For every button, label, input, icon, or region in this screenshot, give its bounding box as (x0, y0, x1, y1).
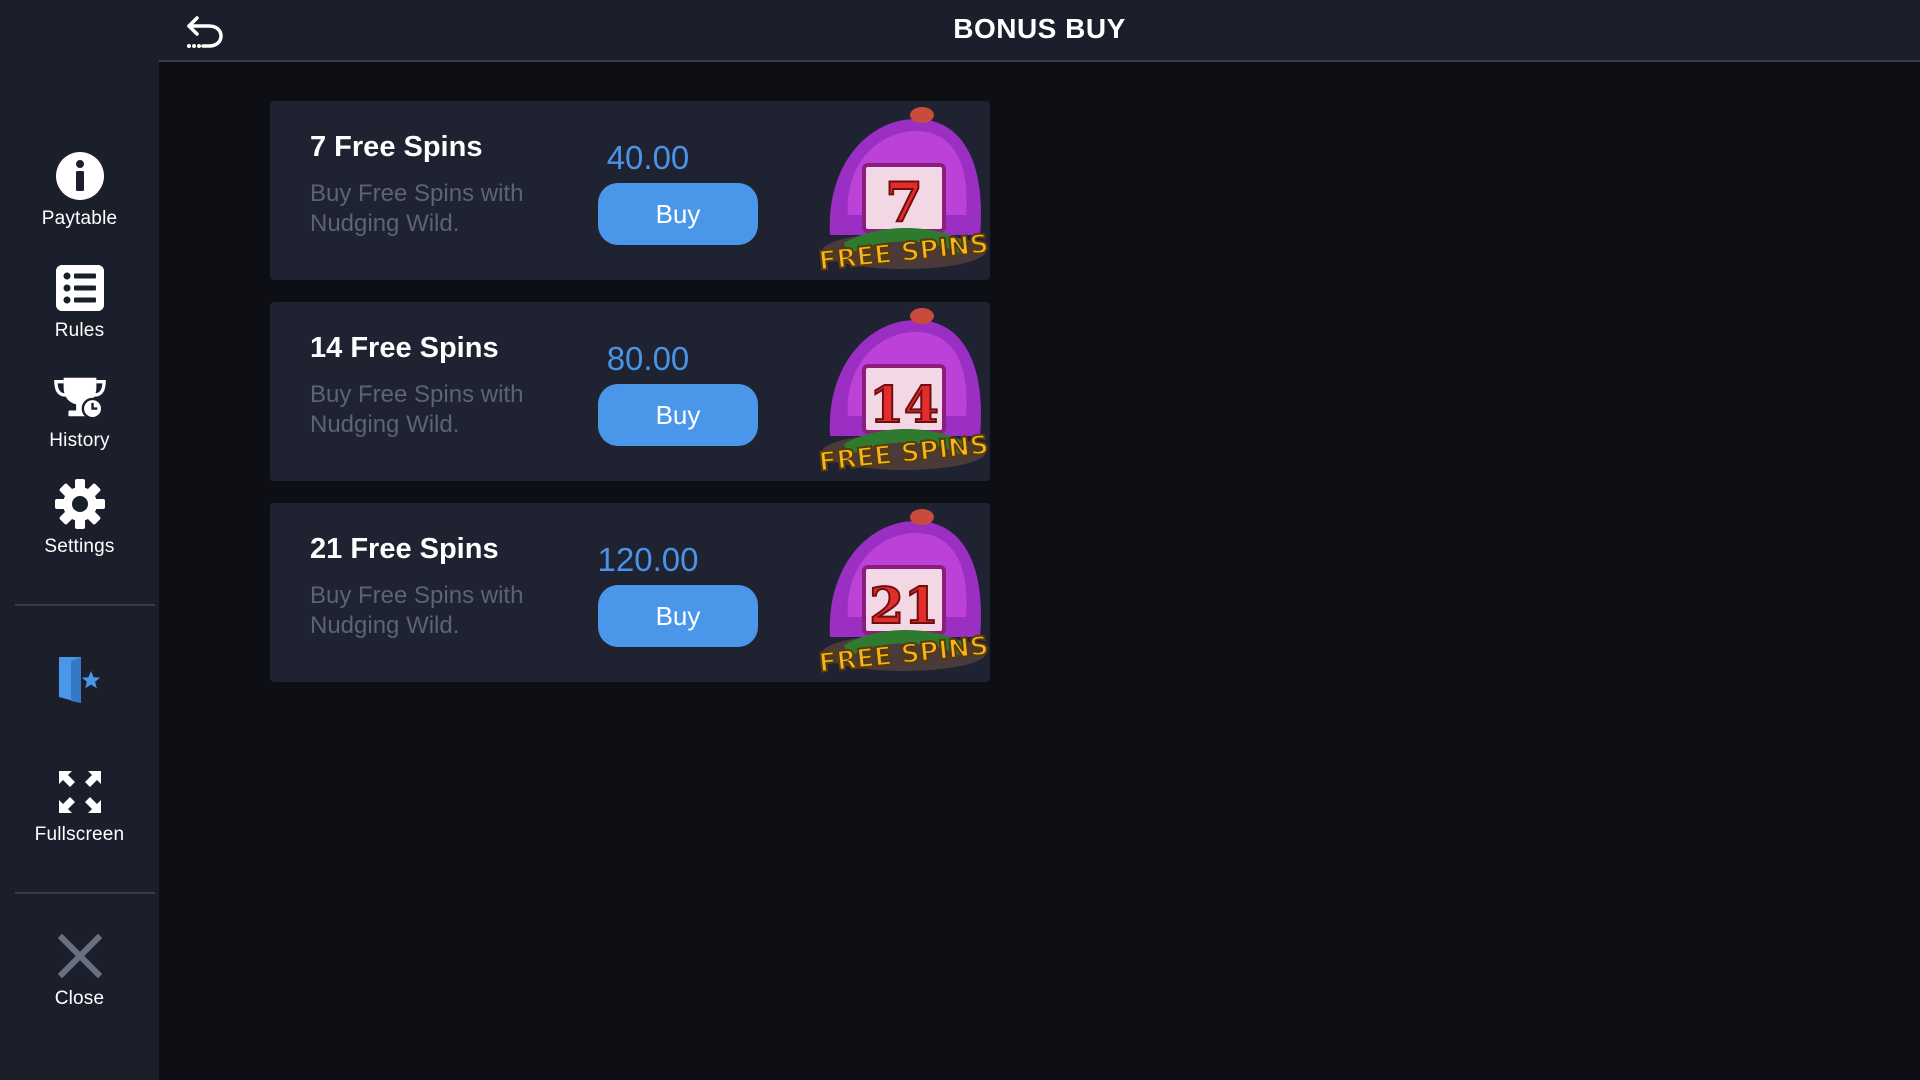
buy-button[interactable]: Buy (598, 585, 758, 647)
sidebar: Paytable Rules History Settings Fullscre… (0, 0, 159, 1080)
sidebar-divider (15, 892, 155, 894)
svg-text:7: 7 (885, 170, 923, 234)
page-title: BONUS BUY (953, 13, 1126, 44)
sidebar-item-label: Paytable (41, 208, 118, 229)
sidebar-item-paytable[interactable]: Paytable (0, 150, 159, 230)
sidebar-item-label: Close (54, 988, 105, 1009)
sidebar-divider (15, 604, 155, 606)
offer-description: Buy Free Spins with Nudging Wild. (310, 180, 524, 237)
sidebar-item-label: History (49, 430, 110, 451)
sidebar-item-fullscreen[interactable]: Fullscreen (0, 766, 159, 846)
info-icon (54, 150, 106, 202)
free-spins-badge-icon: 14 FREE SPINS (817, 306, 991, 479)
close-icon (54, 930, 106, 982)
sidebar-item-close[interactable]: Close (0, 930, 159, 1010)
door-star-icon (54, 654, 106, 706)
offer-title: 14 Free Spins (310, 332, 499, 364)
svg-text:14: 14 (869, 375, 939, 434)
free-spins-badge-icon: 7 FREE SPINS (817, 105, 991, 278)
sidebar-item-label: Rules (54, 320, 105, 341)
bonus-buy-screen: Paytable Rules History Settings Fullscre… (0, 0, 1920, 1080)
fullscreen-icon (54, 766, 106, 818)
trophy-clock-icon (53, 372, 106, 424)
sidebar-item-settings[interactable]: Settings (0, 478, 159, 558)
header-bar: BONUS BUY (159, 0, 1920, 62)
offer-title: 21 Free Spins (310, 533, 499, 565)
sidebar-item-history[interactable]: History (0, 372, 159, 452)
bonus-offer-card: 7 Free Spins Buy Free Spins with Nudging… (270, 101, 991, 280)
offer-title: 7 Free Spins (310, 131, 483, 163)
sidebar-item-lobby[interactable] (0, 654, 159, 712)
bonus-offer-card: 21 Free Spins Buy Free Spins with Nudgin… (270, 503, 991, 682)
free-spins-badge-icon: 21 FREE SPINS (817, 507, 991, 680)
list-icon (54, 262, 106, 314)
offer-description: Buy Free Spins with Nudging Wild. (310, 381, 524, 438)
buy-button[interactable]: Buy (598, 384, 758, 446)
sidebar-item-label: Fullscreen (34, 824, 125, 845)
sidebar-item-rules[interactable]: Rules (0, 262, 159, 342)
bonus-offer-card: 14 Free Spins Buy Free Spins with Nudgin… (270, 302, 991, 481)
gear-icon (54, 478, 106, 530)
sidebar-item-label: Settings (44, 536, 115, 557)
offer-description: Buy Free Spins with Nudging Wild. (310, 582, 524, 639)
buy-button[interactable]: Buy (598, 183, 758, 245)
svg-text:21: 21 (869, 576, 939, 635)
